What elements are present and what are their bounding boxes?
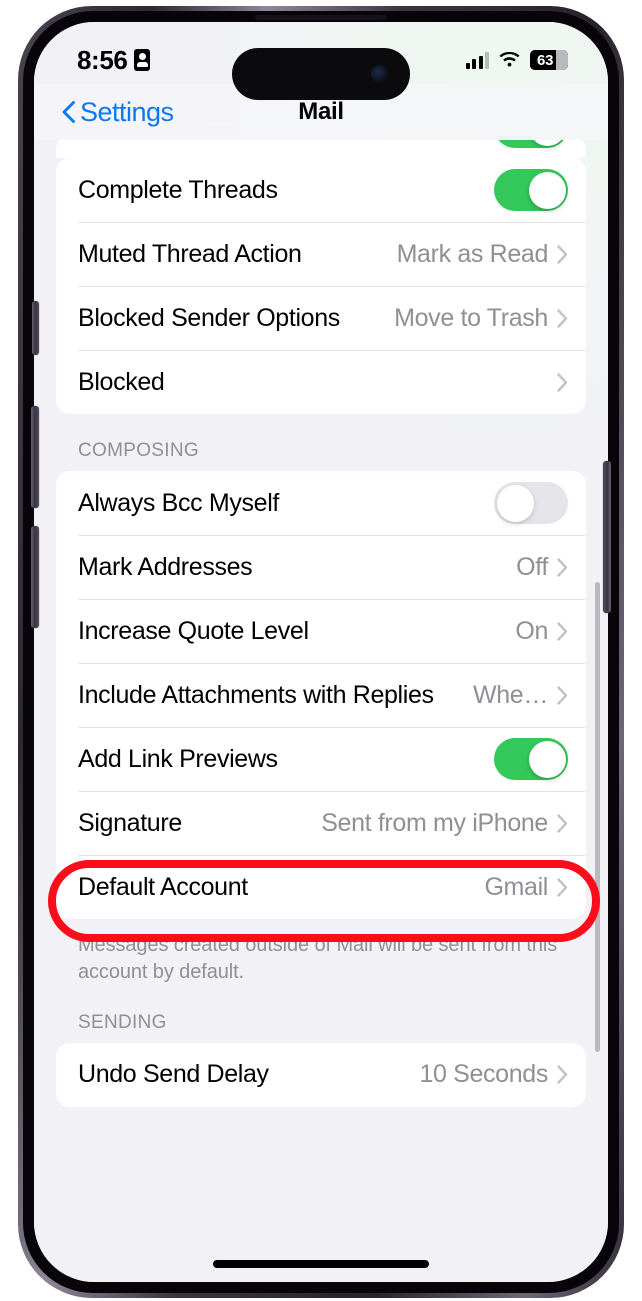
home-indicator[interactable] bbox=[213, 1260, 429, 1268]
iphone-device-frame: 8:56 63 Settings Mail Complete Threads M… bbox=[18, 6, 624, 1298]
row-label: Increase Quote Level bbox=[78, 616, 309, 645]
row-always-bcc-myself[interactable]: Always Bcc Myself bbox=[56, 471, 586, 535]
row-accessory bbox=[494, 169, 568, 211]
composing-settings-group: Always Bcc Myself Mark Addresses Off Inc… bbox=[56, 471, 586, 919]
row-muted-thread-action[interactable]: Muted Thread Action Mark as Read bbox=[56, 222, 586, 286]
row-blocked-sender-options[interactable]: Blocked Sender Options Move to Trash bbox=[56, 286, 586, 350]
section-footer-composing: Messages created outside of Mail will be… bbox=[78, 934, 558, 983]
section-header-composing: COMPOSING bbox=[78, 440, 199, 461]
row-signature[interactable]: Signature Sent from my iPhone bbox=[56, 791, 586, 855]
volume-down-button[interactable] bbox=[31, 526, 39, 628]
row-label: Signature bbox=[78, 808, 182, 837]
row-label: Always Bcc Myself bbox=[78, 488, 280, 517]
chevron-right-icon bbox=[557, 244, 568, 264]
volume-up-button[interactable] bbox=[31, 406, 39, 508]
chevron-right-icon bbox=[557, 685, 568, 705]
chevron-right-icon bbox=[557, 813, 568, 833]
row-label: Complete Threads bbox=[78, 175, 278, 204]
row-label: Muted Thread Action bbox=[78, 239, 302, 268]
status-time: 8:56 bbox=[77, 44, 128, 75]
chevron-right-icon bbox=[557, 308, 568, 328]
chevron-right-icon bbox=[557, 372, 568, 392]
settings-scroll-area[interactable]: Complete Threads Muted Thread Action Mar… bbox=[34, 136, 608, 1282]
status-right-group: 63 bbox=[465, 50, 568, 70]
back-to-settings-button[interactable]: Settings bbox=[62, 97, 174, 128]
row-add-link-previews[interactable]: Add Link Previews bbox=[56, 727, 586, 791]
row-value: 10 Seconds bbox=[419, 1060, 548, 1089]
chevron-right-icon bbox=[557, 621, 568, 641]
row-accessory bbox=[557, 372, 568, 392]
row-label: Blocked Sender Options bbox=[78, 303, 340, 332]
battery-level-label: 63 bbox=[537, 51, 554, 69]
row-accessory bbox=[494, 738, 568, 780]
sending-settings-group: Undo Send Delay 10 Seconds bbox=[56, 1042, 586, 1107]
row-value: Gmail bbox=[484, 872, 548, 901]
dynamic-island bbox=[232, 48, 410, 100]
section-header-sending: SENDING bbox=[78, 1011, 167, 1033]
chevron-right-icon bbox=[557, 877, 568, 897]
row-accessory bbox=[494, 482, 568, 524]
row-value: Whe… bbox=[472, 680, 548, 709]
row-accessory: Whe… bbox=[473, 681, 568, 710]
phone-screen: 8:56 63 Settings Mail Complete Threads M… bbox=[34, 22, 608, 1282]
earpiece-speaker bbox=[255, 15, 387, 20]
row-value: Sent from my iPhone bbox=[321, 808, 548, 837]
row-label: Undo Send Delay bbox=[78, 1060, 269, 1089]
power-button[interactable] bbox=[603, 461, 611, 613]
row-default-account[interactable]: Default Account Gmail bbox=[56, 855, 586, 919]
chevron-right-icon bbox=[557, 557, 568, 577]
row-label: Include Attachments with Replies bbox=[78, 680, 434, 709]
row-value: Off bbox=[516, 552, 548, 581]
back-button-label: Settings bbox=[80, 96, 174, 127]
battery-icon: 63 bbox=[530, 50, 568, 70]
device-bezel: 8:56 63 Settings Mail Complete Threads M… bbox=[23, 11, 619, 1293]
status-left-group: 8:56 bbox=[77, 44, 151, 76]
row-label: Blocked bbox=[78, 367, 165, 396]
row-value: Move to Trash bbox=[394, 303, 548, 332]
row-value: On bbox=[515, 616, 548, 645]
row-label: Mark Addresses bbox=[78, 552, 253, 581]
front-camera-icon bbox=[371, 65, 388, 83]
row-value: Mark as Read bbox=[396, 239, 549, 268]
always-bcc-myself-toggle[interactable] bbox=[494, 482, 568, 524]
row-blocked[interactable]: Blocked bbox=[56, 350, 586, 414]
row-accessory: On bbox=[515, 617, 568, 646]
threads-settings-group: Complete Threads Muted Thread Action Mar… bbox=[56, 158, 586, 414]
chevron-left-icon bbox=[62, 101, 75, 123]
row-label: Add Link Previews bbox=[78, 744, 278, 773]
complete-threads-toggle[interactable] bbox=[494, 169, 568, 211]
battery-empty-portion bbox=[555, 50, 568, 70]
wifi-icon bbox=[498, 51, 521, 69]
row-accessory: 10 Seconds bbox=[419, 1060, 568, 1089]
row-accessory: Move to Trash bbox=[394, 304, 568, 333]
row-accessory: Sent from my iPhone bbox=[321, 809, 568, 838]
row-undo-send-delay[interactable]: Undo Send Delay 10 Seconds bbox=[56, 1043, 586, 1107]
scrollbar-thumb[interactable] bbox=[595, 582, 600, 1052]
cellular-signal-icon bbox=[465, 51, 489, 69]
add-link-previews-toggle[interactable] bbox=[494, 738, 568, 780]
mute-switch-button[interactable] bbox=[32, 301, 39, 355]
row-mark-addresses[interactable]: Mark Addresses Off bbox=[56, 535, 586, 599]
id-lock-icon bbox=[134, 49, 151, 71]
row-accessory: Mark as Read bbox=[397, 240, 568, 269]
row-complete-threads[interactable]: Complete Threads bbox=[56, 158, 586, 222]
row-include-attachments-with-replies[interactable]: Include Attachments with Replies Whe… bbox=[56, 663, 586, 727]
chevron-right-icon bbox=[557, 1065, 568, 1084]
row-accessory: Gmail bbox=[484, 873, 568, 902]
row-label: Default Account bbox=[78, 872, 248, 901]
row-increase-quote-level[interactable]: Increase Quote Level On bbox=[56, 599, 586, 663]
row-accessory: Off bbox=[516, 553, 568, 582]
